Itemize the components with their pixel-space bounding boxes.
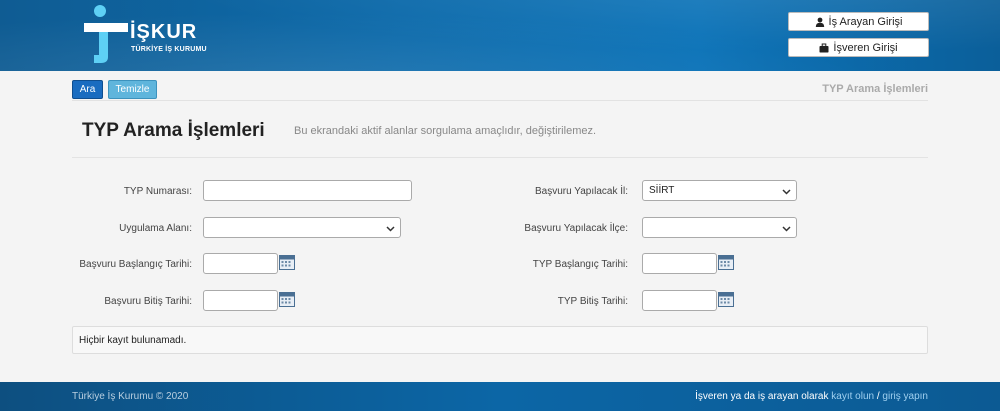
calendar-icon[interactable] [718,291,734,307]
application-start-input[interactable] [203,253,278,274]
search-button[interactable]: Ara [72,80,103,99]
job-seeker-login-button[interactable]: İş Arayan Girişi [788,12,929,31]
typ-number-label: TYP Numarası: [123,186,192,197]
calendar-icon[interactable] [718,254,734,270]
job-seeker-login-label: İş Arayan Girişi [828,15,903,28]
register-link[interactable]: kayıt olun [831,391,874,402]
footer-separator: / [876,391,880,402]
apply-province-label: Başvuru Yapılacak İl: [534,186,628,197]
typ-number-input[interactable] [203,180,412,201]
apply-district-select[interactable] [642,217,797,238]
page-subtitle: Bu ekrandaki aktif alanlar sorgulama ama… [294,125,597,137]
typ-start-input[interactable] [642,253,717,274]
title-divider [72,157,928,158]
page-title: TYP Arama İşlemleri [82,120,265,141]
application-start-label: Başvuru Başlangıç Tarihi: [79,259,192,270]
employer-login-label: İşveren Girişi [833,41,898,54]
main-content: Ara Temizle TYP Arama İşlemleri TYP Aram… [0,71,1000,382]
user-icon [815,17,824,27]
calendar-icon[interactable] [279,291,295,307]
iskur-logo-mark-icon [84,5,128,63]
site-footer: Türkiye İş Kurumu © 2020 İşveren ya da i… [0,382,1000,411]
chevron-down-icon [782,189,791,195]
apply-province-value: SİİRT [649,185,675,196]
employer-login-button[interactable]: İşveren Girişi [788,38,929,57]
iskur-logo[interactable]: İŞKUR TÜRKİYE İŞ KURUMU [82,5,212,63]
footer-auth-prompt: İşveren ya da iş arayan olarak kayıt olu… [695,391,928,402]
footer-copyright: Türkiye İş Kurumu © 2020 [72,391,189,402]
apply-province-select[interactable]: SİİRT [642,180,797,201]
typ-end-input[interactable] [642,290,717,311]
brand-name: İŞKUR [130,21,198,43]
chevron-down-icon [782,226,791,232]
application-area-select[interactable] [203,217,401,238]
application-area-label: Uygulama Alanı: [119,223,192,234]
application-end-label: Başvuru Bitiş Tarihi: [104,296,192,307]
application-end-input[interactable] [203,290,278,311]
brand-subtitle: TÜRKİYE İŞ KURUMU [131,46,207,53]
apply-district-label: Başvuru Yapılacak İlçe: [524,223,628,234]
footer-prompt-text: İşveren ya da iş arayan olarak [695,391,829,402]
typ-start-label: TYP Başlangıç Tarihi: [532,259,628,270]
calendar-icon[interactable] [279,254,295,270]
site-header: İŞKUR TÜRKİYE İŞ KURUMU İş Arayan Girişi… [0,0,1000,71]
typ-end-label: TYP Bitiş Tarihi: [557,296,628,307]
result-panel: Hiçbir kayıt bulunamadı. [72,326,928,354]
search-toolbar: Ara Temizle TYP Arama İşlemleri [72,79,928,101]
clear-button[interactable]: Temizle [108,80,157,99]
chevron-down-icon [386,226,395,232]
no-results-message: Hiçbir kayıt bulunamadı. [79,335,187,346]
login-link[interactable]: giriş yapın [882,391,928,402]
briefcase-icon [819,43,829,52]
toolbar-section-title: TYP Arama İşlemleri [822,83,928,95]
